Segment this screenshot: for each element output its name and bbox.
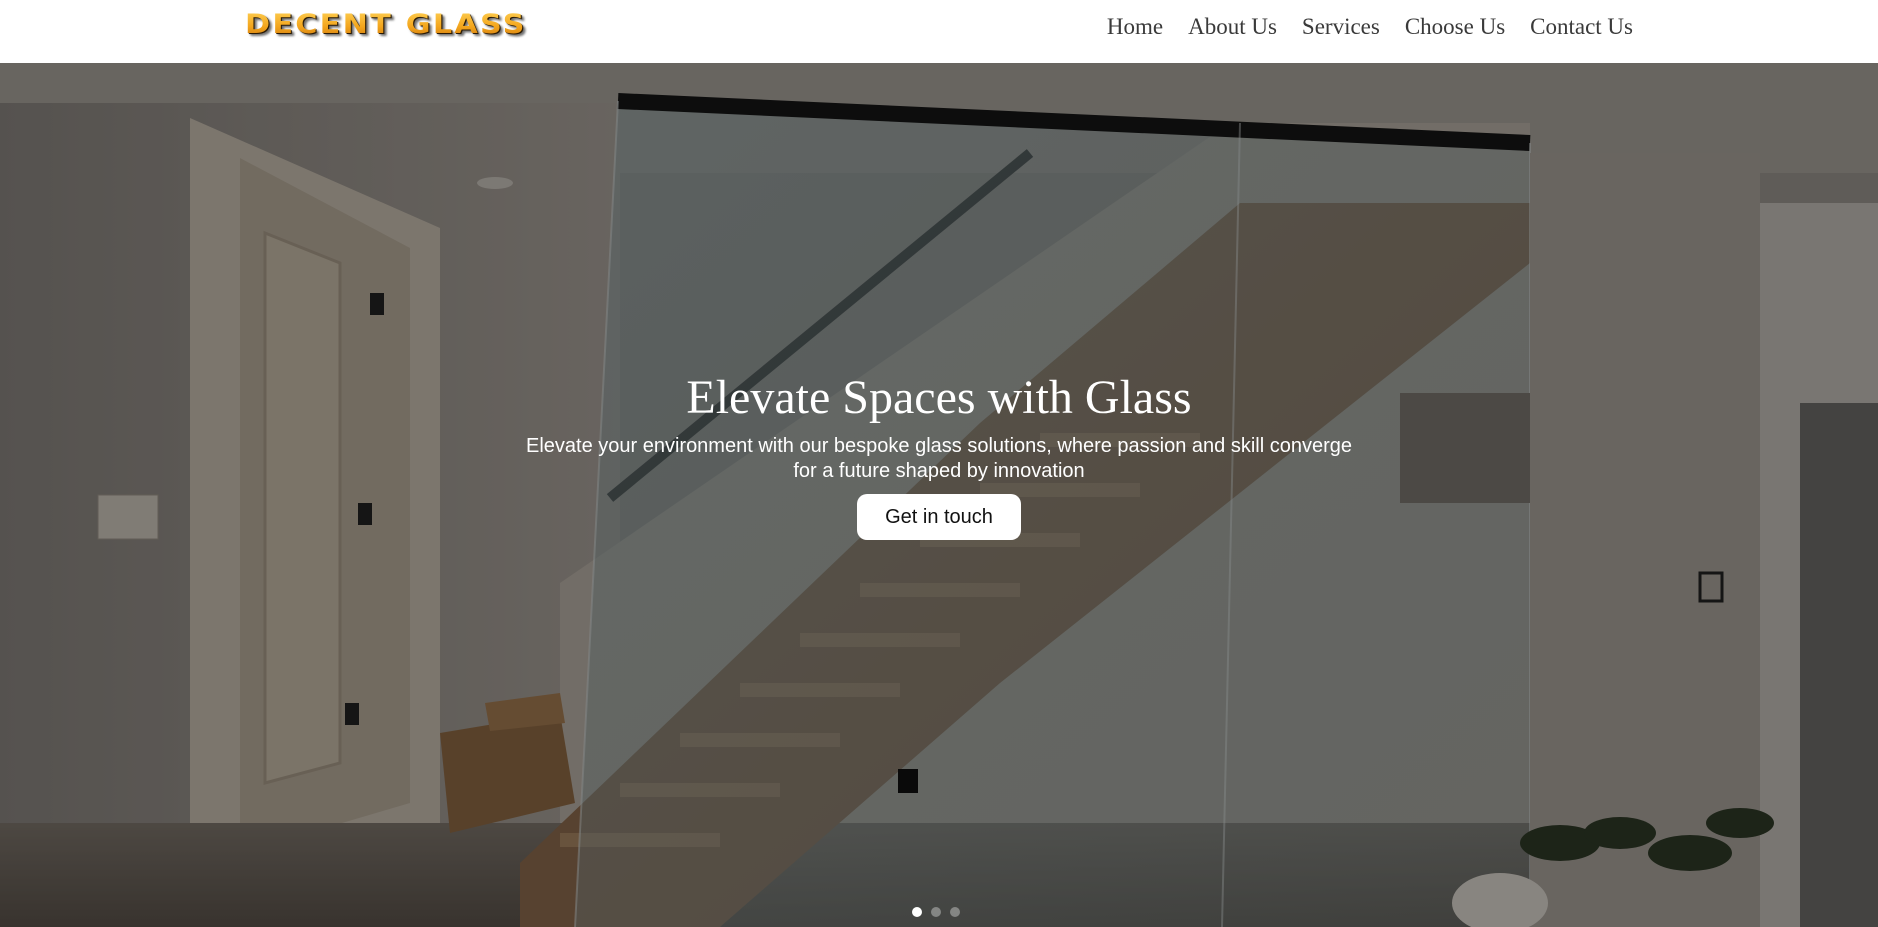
nav-link-contact-us[interactable]: Contact Us bbox=[1530, 14, 1633, 40]
slider-dot-3[interactable] bbox=[950, 907, 960, 917]
nav-link-about-us[interactable]: About Us bbox=[1188, 14, 1277, 40]
get-in-touch-button[interactable]: Get in touch bbox=[857, 494, 1021, 540]
site-header: DECENT GLASS Home About Us Services Choo… bbox=[0, 0, 1878, 63]
slider-pagination bbox=[912, 907, 960, 917]
slider-dot-2[interactable] bbox=[931, 907, 941, 917]
nav-link-home[interactable]: Home bbox=[1107, 14, 1163, 40]
hero-slider: Elevate Spaces with Glass Elevate your e… bbox=[0, 63, 1878, 927]
hero-content: Elevate Spaces with Glass Elevate your e… bbox=[0, 370, 1878, 540]
nav-link-choose-us[interactable]: Choose Us bbox=[1405, 14, 1505, 40]
brand-logo[interactable]: DECENT GLASS bbox=[245, 8, 527, 42]
slider-dot-1[interactable] bbox=[912, 907, 922, 917]
nav-link-services[interactable]: Services bbox=[1302, 14, 1380, 40]
main-nav: Home About Us Services Choose Us Contact… bbox=[1107, 12, 1633, 42]
hero-title: Elevate Spaces with Glass bbox=[686, 371, 1192, 424]
hero-subtitle: Elevate your environment with our bespok… bbox=[525, 435, 1352, 482]
